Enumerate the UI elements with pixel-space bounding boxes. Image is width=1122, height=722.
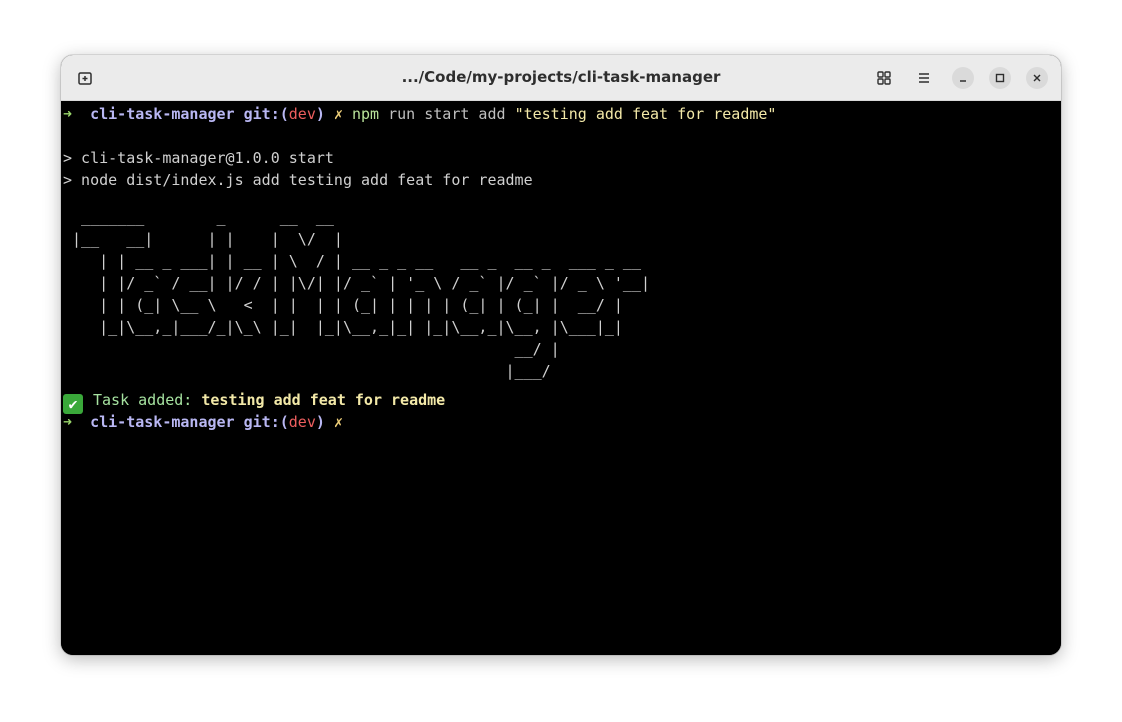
task-added-line: ✔ Task added: testing add feat for readme xyxy=(63,389,446,414)
git-dirty-icon: ✗ xyxy=(333,105,343,123)
command-args: run start add xyxy=(388,105,506,123)
task-added-label: Task added: xyxy=(93,391,193,409)
prompt-directory: cli-task-manager xyxy=(90,413,235,431)
prompt-line-1: ➜ cli-task-manager git:(dev) ✗ npm run s… xyxy=(63,103,776,125)
terminal-window: .../Code/my-projects/cli-task-manager ➜ … xyxy=(61,55,1061,655)
grid-icon xyxy=(877,71,891,85)
task-added-value: testing add feat for readme xyxy=(201,391,446,409)
close-button[interactable] xyxy=(1026,67,1048,89)
close-icon xyxy=(1033,74,1041,82)
ascii-art-banner: _______ _ __ __ |__ __| | | | \/ | | | _… xyxy=(72,208,650,380)
output-line-1: > cli-task-manager@1.0.0 start xyxy=(63,149,334,167)
minimize-button[interactable] xyxy=(952,67,974,89)
prompt-arrow-icon: ➜ xyxy=(63,105,73,123)
git-prefix: git:( xyxy=(243,413,289,431)
git-dirty-icon: ✗ xyxy=(333,413,343,431)
git-suffix: ) xyxy=(315,413,325,431)
window-title: .../Code/my-projects/cli-task-manager xyxy=(401,68,721,86)
git-branch: dev xyxy=(288,413,316,431)
grid-view-button[interactable] xyxy=(872,66,896,90)
title-bar[interactable]: .../Code/my-projects/cli-task-manager xyxy=(61,55,1061,101)
output-line-2: > node dist/index.js add testing add fea… xyxy=(63,171,533,189)
prompt-line-2[interactable]: ➜ cli-task-manager git:(dev) ✗ xyxy=(63,411,343,433)
command-name: npm xyxy=(352,105,380,123)
prompt-directory: cli-task-manager xyxy=(90,105,235,123)
terminal-area[interactable]: ➜ cli-task-manager git:(dev) ✗ npm run s… xyxy=(61,101,1061,655)
git-prefix: git:( xyxy=(243,105,289,123)
maximize-icon xyxy=(995,73,1005,83)
maximize-button[interactable] xyxy=(989,67,1011,89)
command-quoted-arg: "testing add feat for readme" xyxy=(514,105,777,123)
menu-button[interactable] xyxy=(912,66,936,90)
prompt-arrow-icon: ➜ xyxy=(63,413,73,431)
git-branch: dev xyxy=(288,105,316,123)
minimize-icon xyxy=(960,80,966,82)
hamburger-menu-icon xyxy=(919,73,929,83)
git-suffix: ) xyxy=(315,105,325,123)
